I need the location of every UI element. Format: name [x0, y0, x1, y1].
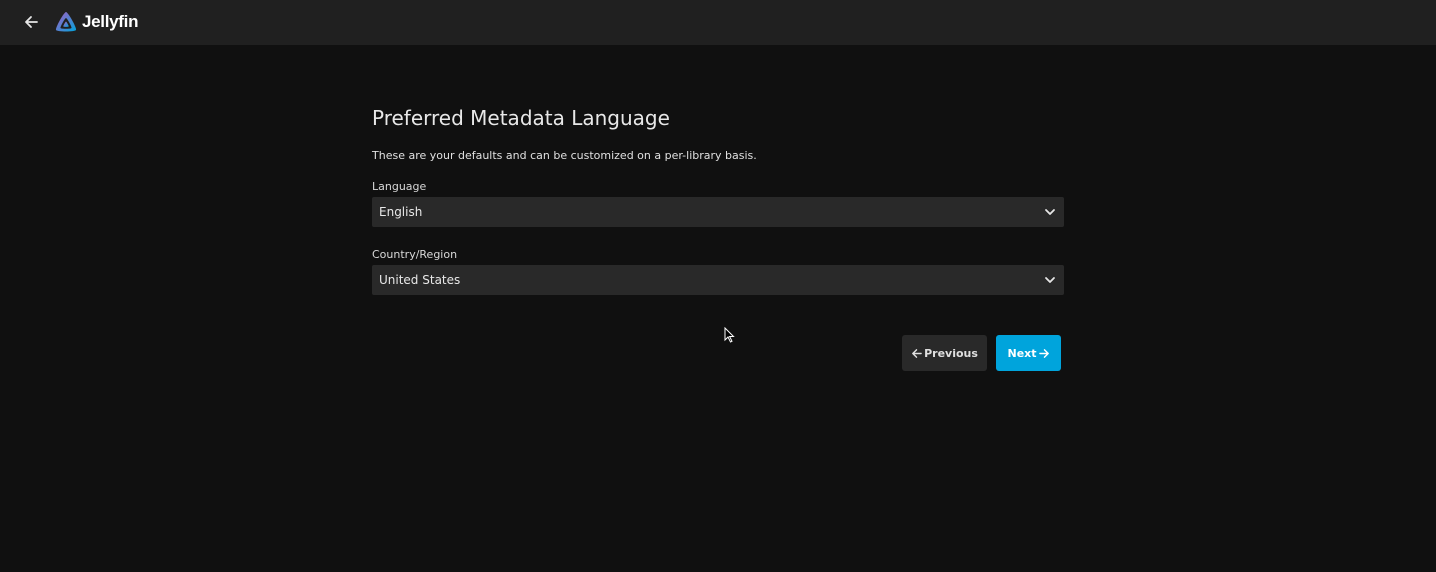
- page-description: These are your defaults and can be custo…: [372, 149, 757, 162]
- next-button-label: Next: [1007, 346, 1037, 360]
- country-field: Country/Region United States: [372, 248, 1064, 295]
- mouse-cursor-icon: [724, 327, 735, 343]
- back-button[interactable]: [18, 9, 44, 35]
- country-label: Country/Region: [372, 248, 458, 261]
- chevron-down-icon: [1045, 277, 1055, 283]
- jellyfin-logo[interactable]: Jellyfin: [54, 10, 138, 34]
- next-button[interactable]: Next: [996, 335, 1061, 371]
- language-select-value: English: [379, 205, 423, 219]
- country-select-value: United States: [379, 273, 461, 287]
- wizard-content: Preferred Metadata Language These are yo…: [372, 100, 1064, 295]
- arrow-left-icon: [912, 348, 922, 358]
- country-select[interactable]: United States: [372, 265, 1064, 295]
- language-field: Language English: [372, 180, 1064, 227]
- logo-text: Jellyfin: [82, 12, 139, 31]
- previous-button[interactable]: Previous: [902, 335, 987, 371]
- wizard-buttons: Previous Next: [902, 335, 1061, 371]
- previous-button-label: Previous: [924, 346, 978, 360]
- app-header: Jellyfin: [0, 0, 1436, 45]
- arrow-left-icon: [25, 16, 38, 28]
- arrow-right-icon: [1038, 348, 1049, 358]
- page-title: Preferred Metadata Language: [372, 106, 670, 130]
- chevron-down-icon: [1045, 209, 1055, 215]
- language-label: Language: [372, 180, 427, 193]
- jellyfin-triangle-icon: [55, 12, 77, 32]
- language-select[interactable]: English: [372, 197, 1064, 227]
